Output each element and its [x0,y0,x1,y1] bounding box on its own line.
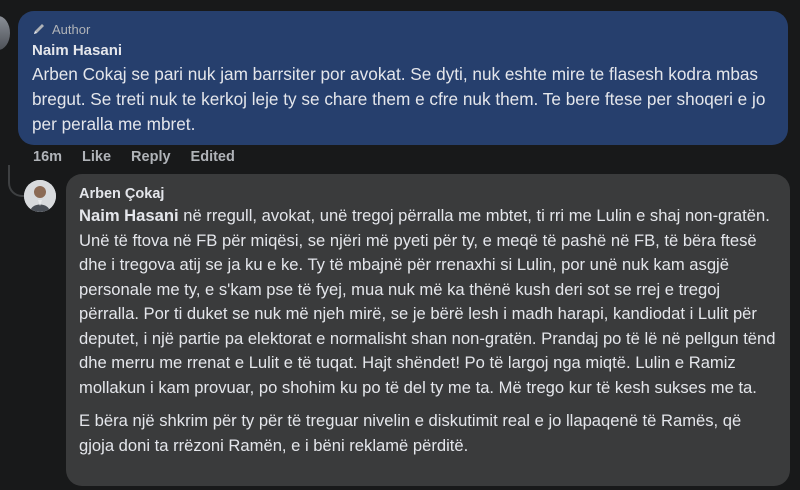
avatar[interactable] [0,16,10,50]
comment-text: Arben Cokaj se pari nuk jam barrsiter po… [32,64,766,134]
comment-author-name[interactable]: Arben Çokaj [79,185,778,203]
author-badge-row: Author [32,20,774,38]
comment-actions: 16m Like Reply Edited [33,147,255,167]
user-photo-icon [24,180,56,212]
pen-icon [34,24,44,34]
comment-bubble-reply: Arben Çokaj Naim Hasani në rregull, avok… [66,174,790,486]
edited-label[interactable]: Edited [191,149,235,165]
author-badge-label: Author [52,21,91,37]
comment-text: Naim Hasani në rregull, avokat, unë treg… [79,204,778,400]
comment-author-name[interactable]: Naim Hasani [32,42,774,60]
comment-body: në rregull, avokat, unë tregoj përralla … [79,206,776,397]
comment-text-paragraph-2: E bëra një shkrim për ty për të treguar … [79,411,742,455]
comment-bubble-author: Author Naim Hasani Arben Cokaj se pari n… [18,11,788,145]
reply-button[interactable]: Reply [131,149,171,165]
mention-link[interactable]: Naim Hasani [79,206,179,225]
comment-timestamp[interactable]: 16m [33,149,62,165]
avatar[interactable] [24,180,56,212]
like-button[interactable]: Like [82,149,111,165]
